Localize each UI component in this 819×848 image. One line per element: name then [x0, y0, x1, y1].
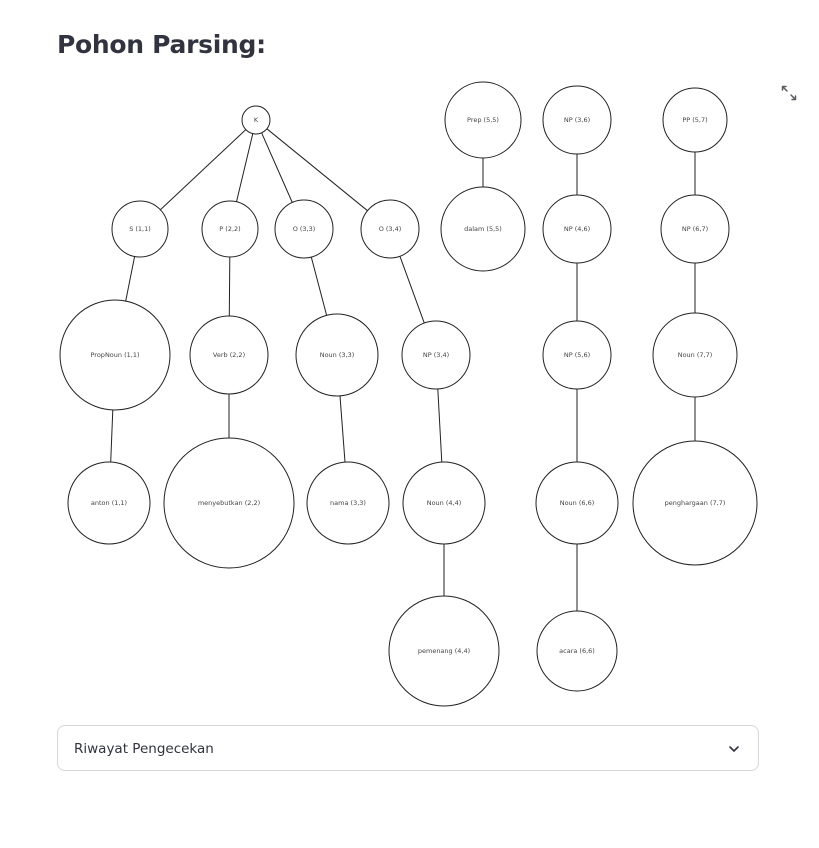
parse-tree-diagram: K S (1,1) P (2,2) O (3,3) O (3,4) PropNoun (1… [59, 81, 758, 707]
tree-node-label: PP (5,7) [682, 116, 707, 124]
tree-node: Noun (3,3) [295, 313, 379, 397]
tree-node-label: PropNoun (1,1) [91, 351, 140, 359]
tree-node-label: NP (4,6) [564, 225, 590, 233]
tree-node-label: acara (6,6) [559, 647, 595, 655]
tree-node: NP (3,6) [542, 85, 612, 155]
tree-node: Noun (6,6) [535, 461, 619, 545]
history-expander[interactable]: Riwayat Pengecekan [57, 725, 759, 771]
tree-node: nama (3,3) [306, 461, 390, 545]
tree-edge [110, 409, 114, 463]
tree-node-label: Noun (4,4) [427, 499, 462, 507]
tree-node-label: S (1,1) [129, 225, 151, 233]
tree-node: NP (3,4) [401, 320, 471, 390]
tree-node: O (3,4) [360, 199, 420, 259]
tree-node-label: anton (1,1) [91, 499, 127, 507]
tree-edge [266, 128, 368, 212]
tree-node: dalam (5,5) [440, 186, 526, 272]
tree-node: NP (6,7) [660, 194, 730, 264]
tree-edge [160, 129, 247, 211]
tree-node: P (2,2) [201, 200, 259, 258]
tree-node: Verb (2,2) [189, 315, 269, 395]
tree-node-label: K [254, 116, 259, 124]
tree-edge [228, 256, 231, 317]
tree-node: menyebutkan (2,2) [163, 437, 295, 569]
tree-edge [236, 133, 254, 202]
tree-node: PP (5,7) [662, 87, 728, 153]
tree-edge [261, 132, 293, 203]
tree-node-label: pemenang (4,4) [418, 647, 470, 655]
tree-node: acara (6,6) [536, 610, 618, 692]
tree-node-label: NP (6,7) [682, 225, 708, 233]
history-expander-label: Riwayat Pengecekan [74, 741, 214, 757]
tree-node: PropNoun (1,1) [59, 299, 171, 411]
tree-edge [437, 388, 443, 463]
tree-node: K [241, 105, 271, 135]
tree-node-label: Noun (3,3) [320, 351, 355, 359]
tree-edge [310, 256, 328, 316]
tree-node-label: O (3,4) [379, 225, 402, 233]
tree-node: S (1,1) [111, 200, 169, 258]
tree-node: pemenang (4,4) [388, 595, 500, 707]
tree-node: NP (5,6) [542, 320, 612, 390]
tree-node: O (3,3) [274, 199, 334, 259]
tree-nodes: K S (1,1) P (2,2) O (3,3) O (3,4) PropNoun (1… [59, 81, 758, 707]
tree-node-label: penghargaan (7,7) [665, 499, 726, 507]
tree-node: Noun (7,7) [652, 312, 738, 398]
tree-node-label: Noun (6,6) [560, 499, 595, 507]
tree-node: Prep (5,5) [444, 81, 522, 159]
tree-node-label: Noun (7,7) [678, 351, 713, 359]
tree-node-label: dalam (5,5) [464, 225, 502, 233]
tree-node-label: nama (3,3) [330, 499, 366, 507]
tree-node: anton (1,1) [67, 461, 151, 545]
tree-edge [125, 256, 136, 302]
tree-node-label: NP (5,6) [564, 351, 590, 359]
chevron-down-icon [729, 746, 739, 752]
tree-node: penghargaan (7,7) [632, 440, 758, 566]
tree-node: NP (4,6) [542, 194, 612, 264]
tree-node-label: Prep (5,5) [467, 116, 499, 124]
tree-node-label: NP (3,4) [423, 351, 449, 359]
tree-node-label: P (2,2) [219, 225, 240, 233]
tree-node-label: NP (3,6) [564, 116, 590, 124]
tree-node-label: Verb (2,2) [213, 351, 245, 359]
tree-node-label: menyebutkan (2,2) [198, 499, 260, 507]
tree-edge [339, 395, 346, 463]
tree-node-label: O (3,3) [293, 225, 316, 233]
tree-edge [399, 256, 425, 324]
tree-node: Noun (4,4) [402, 461, 486, 545]
